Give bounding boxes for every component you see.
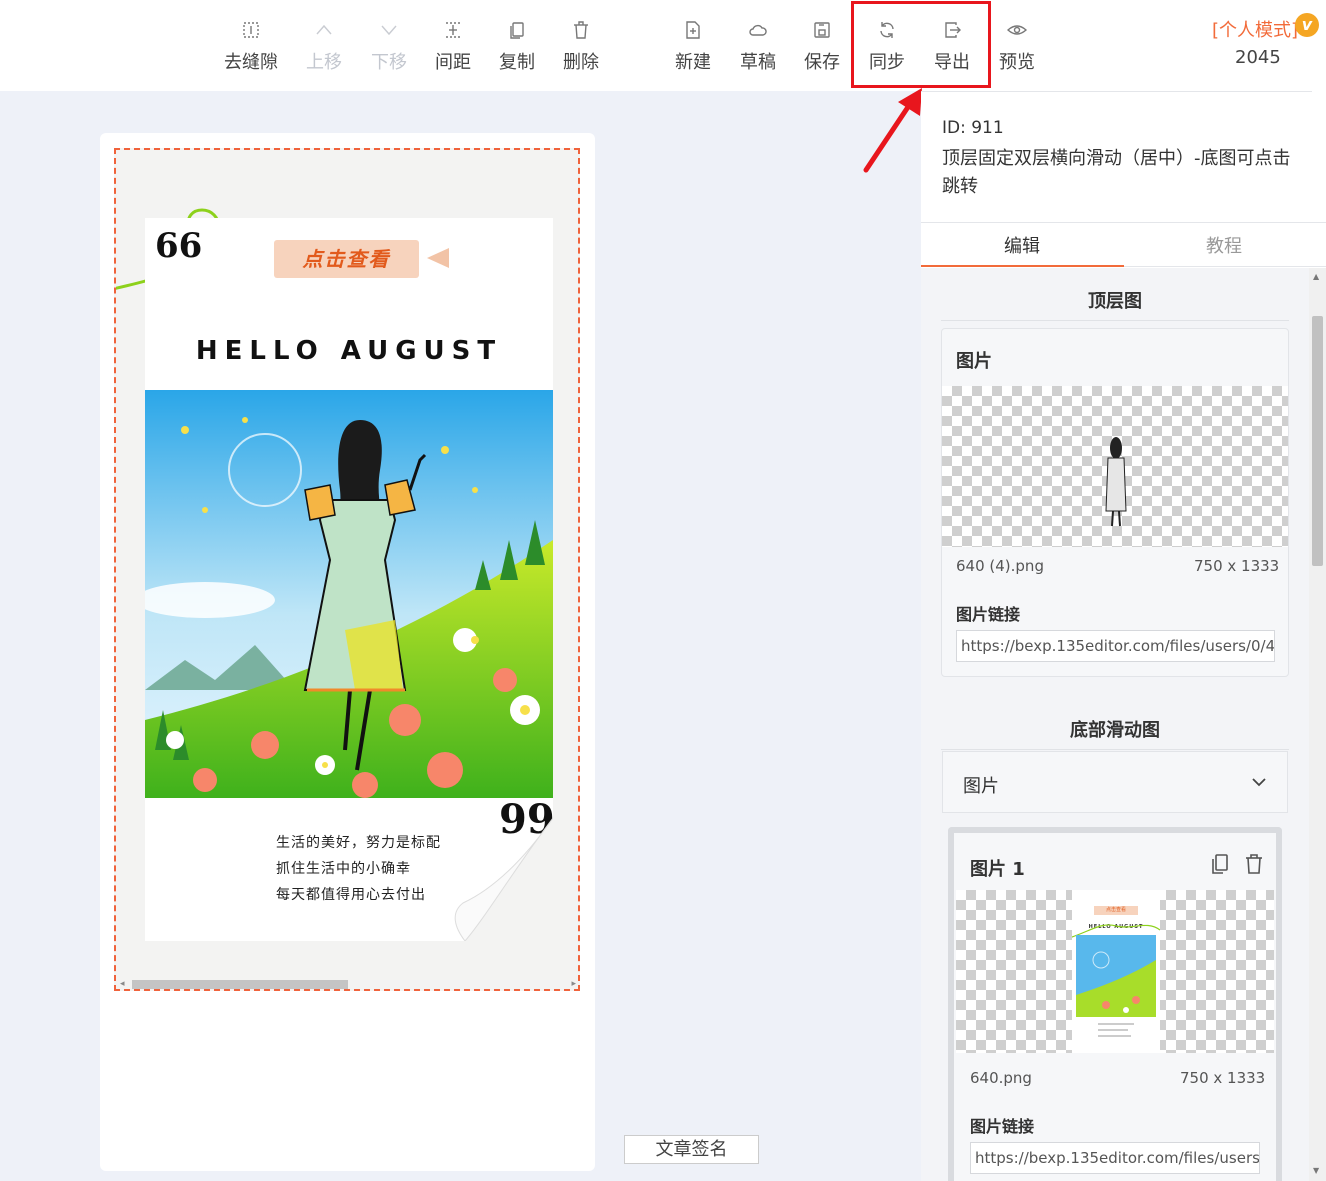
girl-thumbnail-icon [1105,437,1127,527]
slide-thumbnail: 点击查看 HELLO AUGUST [1072,890,1160,1053]
spacing-button[interactable]: 间距 [421,14,485,76]
copy-button[interactable]: 复制 [485,14,549,76]
poster-caption: 生活的美好，努力是标配 抓住生活中的小确幸 每天都值得用心去付出 [276,835,441,903]
preview-button[interactable]: 预览 [985,14,1049,76]
trash-icon [1246,854,1262,874]
scroll-thumb[interactable] [132,980,348,989]
eye-icon [1007,25,1027,35]
tabs-divider [921,222,1326,223]
tab-tutorial[interactable]: 教程 [1206,232,1242,258]
collapse-label: 图片 [963,776,999,797]
tab-edit[interactable]: 编辑 [1004,232,1040,258]
move-down-button[interactable]: 下移 [357,14,421,76]
article-signature-button[interactable]: 文章签名 [624,1135,759,1164]
new-button[interactable]: 新建 [661,14,725,76]
top-layer-filename: 640 (4).png [956,557,1044,575]
chevron-down-icon [381,25,397,36]
new-file-icon [686,21,700,39]
slide-item-title: 图片 1 [970,859,1025,880]
chevron-down-icon[interactable] [1251,774,1267,790]
scroll-up-icon[interactable]: ▲ [1313,272,1319,281]
top-layer-image-preview[interactable] [942,386,1288,547]
scroll-left-icon[interactable]: ◂ [120,979,125,989]
mini-caption-line [1098,1029,1128,1031]
draft-button[interactable]: 草稿 [726,14,790,76]
top-layer-size: 750 x 1333 [1194,557,1280,575]
chevron-up-icon [316,24,332,35]
click-view-tag[interactable]: 点击查看 [274,240,419,278]
vertical-scrollbar[interactable]: ▲ ▼ [1309,268,1326,1181]
vip-badge-icon: v [1295,13,1319,37]
slide-size: 750 x 1333 [1180,1069,1266,1087]
quote-open-icon: 66 [155,226,203,266]
paper-plane-icon [427,248,449,268]
slide-link-input[interactable]: https://bexp.135editor.com/files/users/0… [970,1142,1260,1174]
save-icon [814,22,830,38]
scroll-right-icon[interactable]: ▸ [571,979,576,989]
top-layer-section-title: 顶层图 [1088,291,1142,312]
spacing-icon [446,22,460,38]
slides-collapse-header[interactable]: 图片 [942,751,1288,813]
annotation-arrow-icon [863,88,922,173]
page-curl-decoration [454,818,553,941]
slide-item-card: 图片 1 点击查看 HELLO AUGUST 640.png 750 x 133… [948,827,1282,1181]
personal-mode-label[interactable]: [个人模式] [1212,16,1298,42]
mini-caption-line [1098,1023,1134,1025]
slide-image-preview[interactable]: 点击查看 HELLO AUGUST [956,890,1274,1053]
panel-divider [921,91,1312,92]
template-title: 顶层固定双层横向滑动（居中）-底图可点击跳转 [942,148,1291,197]
horizontal-scrollbar[interactable]: ◂ ▸ [120,978,576,989]
highlight-box [851,1,991,88]
tab-baseline [1124,266,1326,267]
selected-component[interactable]: 66 点击查看 HELLO AUGUST 99 生活的美好，努力是标配 抓住生活… [114,148,580,991]
copy-icon [510,22,524,39]
copy-icon [1212,854,1228,874]
template-id: ID: 911 [942,118,1004,138]
section-divider [941,749,1289,750]
girl-meadow-illustration [145,390,553,798]
slide-filename: 640.png [970,1069,1032,1087]
hello-august-title: HELLO AUGUST [195,336,503,366]
active-tab-indicator [921,265,1124,267]
slide-link-label: 图片链接 [970,1117,1035,1136]
scroll-thumb[interactable] [1312,316,1323,566]
bottom-slides-section-title: 底部滑动图 [1070,720,1160,741]
toolbar: 去缝隙 上移 下移 间距 复制 删除 新建 草稿 保存 同步 导出 预览 [个人… [0,0,1326,91]
mini-meadow-image [1076,935,1156,1017]
remove-gap-icon [243,22,259,38]
delete-slide-button[interactable] [1244,853,1264,879]
remove-gap-button[interactable]: 去缝隙 [219,14,283,76]
trash-icon [574,21,588,39]
poster-paper: 66 点击查看 HELLO AUGUST 99 生活的美好，努力是标配 抓住生活… [145,218,555,941]
top-layer-image-card: 图片 640 (4).png 750 x 1333 图片链接 https://b… [941,328,1289,677]
save-button[interactable]: 保存 [790,14,854,76]
move-up-button[interactable]: 上移 [292,14,356,76]
copy-slide-button[interactable] [1210,853,1230,879]
top-layer-link-input[interactable]: https://bexp.135editor.com/files/users/0… [956,630,1275,662]
cloud-icon [749,24,767,36]
top-layer-link-label: 图片链接 [956,605,1021,624]
delete-button[interactable]: 删除 [549,14,613,76]
mini-caption-line [1098,1035,1131,1037]
image-card-title: 图片 [956,351,992,372]
scroll-down-icon[interactable]: ▼ [1313,1166,1319,1175]
mode-count: 2045 [1235,47,1281,68]
section-divider [941,320,1289,321]
